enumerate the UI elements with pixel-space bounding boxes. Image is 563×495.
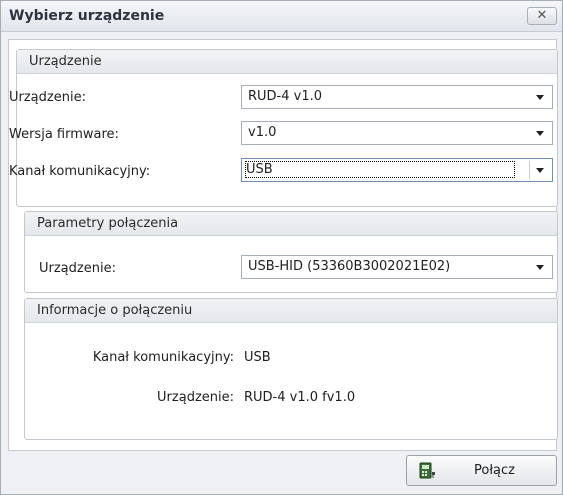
- connection-info-group: Informacje o połączeniu: [24, 298, 558, 440]
- info-device-label: Urządzenie:: [157, 390, 234, 405]
- device-group-header: Urządzenie: [17, 50, 557, 74]
- info-channel-label: Kanał komunikacyjny:: [92, 350, 234, 365]
- channel-select[interactable]: USB: [241, 158, 553, 182]
- connection-params-group: Parametry połączenia: [24, 211, 558, 293]
- close-button[interactable]: ✕: [527, 7, 557, 25]
- connection-device-select[interactable]: USB-HID (53360B3002021E02): [241, 255, 553, 279]
- connect-button-label: Połącz: [474, 463, 515, 478]
- device-label: Urządzenie:: [9, 90, 86, 105]
- title-bar[interactable]: Wybierz urządzenie ✕: [1, 1, 562, 32]
- select-device-dialog: Wybierz urządzenie ✕ Urządzenie Urządzen…: [0, 0, 563, 495]
- combo-separator: [529, 161, 530, 179]
- firmware-select-value: v1.0: [248, 125, 277, 140]
- dialog-title: Wybierz urządzenie: [9, 8, 165, 24]
- channel-select-value: USB: [245, 161, 515, 178]
- info-channel-value: USB: [244, 350, 271, 365]
- connection-params-header: Parametry połączenia: [25, 212, 557, 236]
- connection-device-label: Urządzenie:: [39, 261, 116, 276]
- close-icon: ✕: [536, 8, 548, 23]
- firmware-select[interactable]: v1.0: [241, 121, 553, 145]
- connect-button[interactable]: Połącz: [406, 455, 557, 486]
- device-select-value: RUD-4 v1.0: [248, 89, 323, 104]
- chevron-down-icon: [536, 265, 544, 270]
- chevron-down-icon: [536, 131, 544, 136]
- connection-device-select-value: USB-HID (53360B3002021E02): [248, 259, 451, 274]
- device-select[interactable]: RUD-4 v1.0: [241, 85, 553, 109]
- chevron-down-icon: [536, 168, 544, 173]
- connection-info-header: Informacje o połączeniu: [25, 299, 557, 323]
- firmware-label: Wersja firmware:: [9, 127, 119, 142]
- info-device-value: RUD-4 v1.0 fv1.0: [244, 390, 356, 405]
- connect-device-icon: [419, 462, 435, 479]
- chevron-down-icon: [536, 95, 544, 100]
- channel-label: Kanał komunikacyjny:: [9, 164, 151, 179]
